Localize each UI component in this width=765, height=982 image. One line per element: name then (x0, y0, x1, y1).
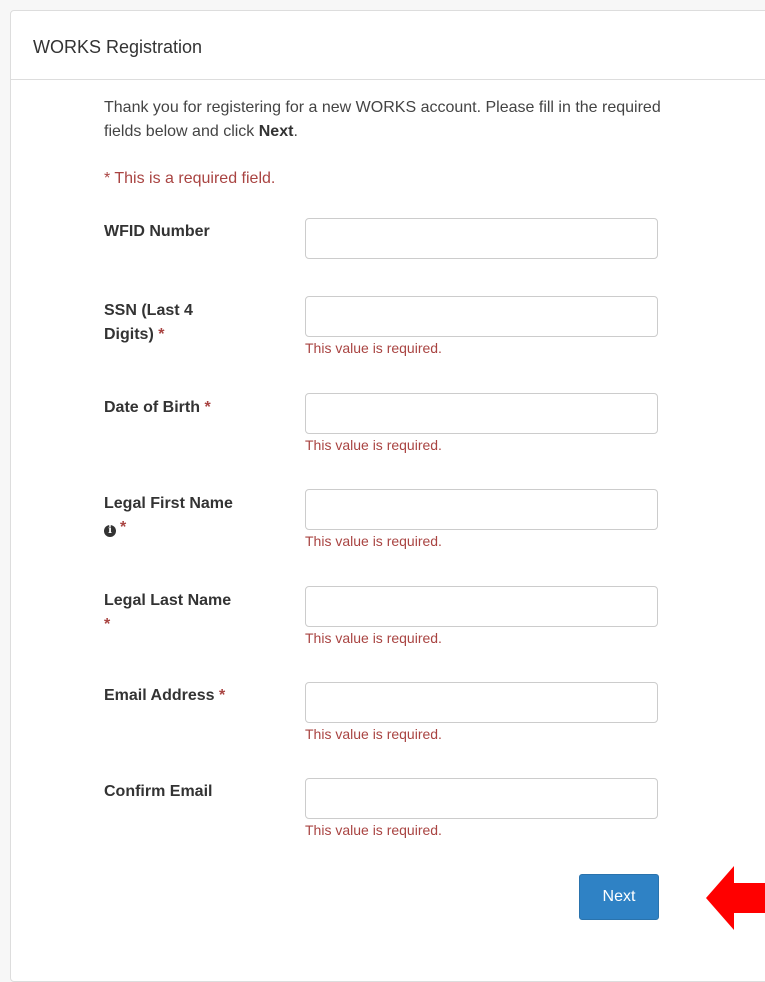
next-button[interactable]: Next (579, 874, 659, 920)
wfid-input[interactable] (305, 218, 658, 259)
label-first-name: Legal First Name i * (104, 492, 274, 540)
label-wfid: WFID Number (104, 220, 274, 244)
intro-next-emphasis: Next (258, 123, 294, 140)
label-confirm-email-text: Confirm Email (104, 783, 213, 800)
label-last-name-text: Legal Last Name (104, 592, 232, 609)
ssn-input[interactable] (305, 296, 658, 337)
required-star: * (219, 687, 226, 704)
info-icon[interactable]: i (104, 525, 116, 537)
ssn-error: This value is required. (305, 340, 442, 356)
intro-text-part: Thank you for registering for a new WORK… (104, 99, 661, 140)
label-ssn-line1: SSN (Last 4 (104, 302, 193, 319)
last-name-error: This value is required. (305, 630, 442, 646)
label-email: Email Address * (104, 684, 274, 708)
label-first-name-text: Legal First Name (104, 495, 233, 512)
label-wfid-text: WFID Number (104, 223, 210, 240)
required-star: * (158, 326, 165, 343)
label-last-name: Legal Last Name * (104, 589, 274, 637)
label-dob-text: Date of Birth (104, 399, 200, 416)
dob-error: This value is required. (305, 437, 442, 453)
intro-text-end: . (293, 123, 298, 140)
first-name-input[interactable] (305, 489, 658, 530)
confirm-email-input[interactable] (305, 778, 658, 819)
intro-text: Thank you for registering for a new WORK… (104, 96, 664, 144)
email-error: This value is required. (305, 726, 442, 742)
required-star: * (204, 399, 211, 416)
label-ssn: SSN (Last 4 Digits) * (104, 299, 274, 347)
label-ssn-line2: Digits) (104, 326, 154, 343)
red-arrow-icon (706, 866, 765, 930)
email-input[interactable] (305, 682, 658, 723)
label-dob: Date of Birth * (104, 396, 274, 420)
form-body: Thank you for registering for a new WORK… (104, 96, 664, 838)
required-field-note: * This is a required field. (104, 170, 276, 187)
confirm-email-error: This value is required. (305, 822, 442, 838)
required-star: * (104, 616, 111, 633)
dob-input[interactable] (305, 393, 658, 434)
last-name-input[interactable] (305, 586, 658, 627)
label-email-text: Email Address (104, 687, 215, 704)
label-confirm-email: Confirm Email (104, 780, 274, 804)
required-star: * (120, 519, 127, 536)
first-name-error: This value is required. (305, 533, 442, 549)
panel-title: WORKS Registration (11, 11, 765, 80)
